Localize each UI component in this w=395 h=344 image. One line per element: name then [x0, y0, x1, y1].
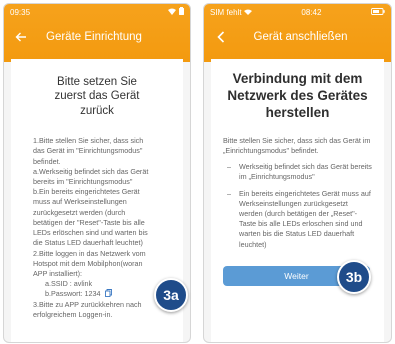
instruction-step-3: 3.Bitte zu APP zurückkehren nach erfolgr…: [33, 299, 142, 319]
list-item: – Werkseitig befindet sich das Gerät ber…: [223, 162, 372, 182]
copy-icon[interactable]: [104, 289, 112, 298]
intro-text: Bitte stellen Sie sicher, dass sich das …: [223, 135, 371, 155]
password-row: b.Passwort: 1234: [45, 289, 153, 299]
back-arrow-icon[interactable]: [10, 32, 32, 42]
instruction-step-1: 1.Bitte stellen Sie sicher, dass sich da…: [33, 136, 144, 166]
dash-bullet: –: [227, 188, 231, 198]
app-header: 09:35 Geräte Einrichtung: [4, 4, 190, 62]
step-badge-3a: 3a: [154, 278, 188, 312]
instruction-step-1a: a.Werkseitig befindet sich das Gerät ber…: [33, 166, 149, 186]
back-chevron-icon[interactable]: [210, 31, 232, 43]
dash-bullet: –: [227, 162, 231, 172]
wifi-icon: [168, 8, 176, 17]
status-carrier: SIM fehlt: [210, 8, 252, 17]
instruction-step-1b: b.Ein bereits eingerichtetes Gerät muss …: [33, 187, 148, 248]
instruction-text: 1.Bitte stellen Sie sicher, dass sich da…: [33, 136, 153, 320]
battery-icon: [371, 7, 385, 17]
step-badge-3b: 3b: [337, 260, 371, 294]
instruction-step-2: 2.Bitte loggen in das Netzwerk vom Hotsp…: [33, 248, 146, 278]
content-card: Verbindung mit dem Netzwerk des Gerätes …: [211, 59, 384, 342]
bullet-text: Ein bereits eingerichtetes Gerät muss au…: [239, 188, 371, 249]
phone-screen-b: SIM fehlt 08:42 Gerät anschließen Verbin…: [203, 3, 392, 343]
status-time: 09:35: [10, 7, 31, 17]
page-title: Gerät anschließen: [253, 31, 348, 43]
password-text: b.Passwort: 1234: [45, 289, 101, 299]
ssid-text: a.SSID : avlink: [45, 279, 93, 289]
status-time: 08:42: [301, 7, 322, 17]
status-bar: 09:35: [4, 4, 190, 20]
bullet-text: Werkseitig befindet sich das Gerät berei…: [239, 162, 372, 182]
section-heading: Bitte setzen Sie zuerst das Gerät zurück: [54, 76, 140, 117]
list-item: – Ein bereits eingerichtetes Gerät muss …: [223, 189, 372, 250]
battery-icon: [179, 7, 184, 17]
app-header: SIM fehlt 08:42 Gerät anschließen: [204, 4, 391, 62]
section-heading: Verbindung mit dem Netzwerk des Gerätes …: [227, 71, 368, 120]
instruction-text: Bitte stellen Sie sicher, dass sich das …: [223, 136, 372, 250]
page-title: Geräte Einrichtung: [46, 31, 142, 43]
status-bar: SIM fehlt 08:42: [204, 4, 391, 20]
wifi-icon: [243, 8, 252, 17]
